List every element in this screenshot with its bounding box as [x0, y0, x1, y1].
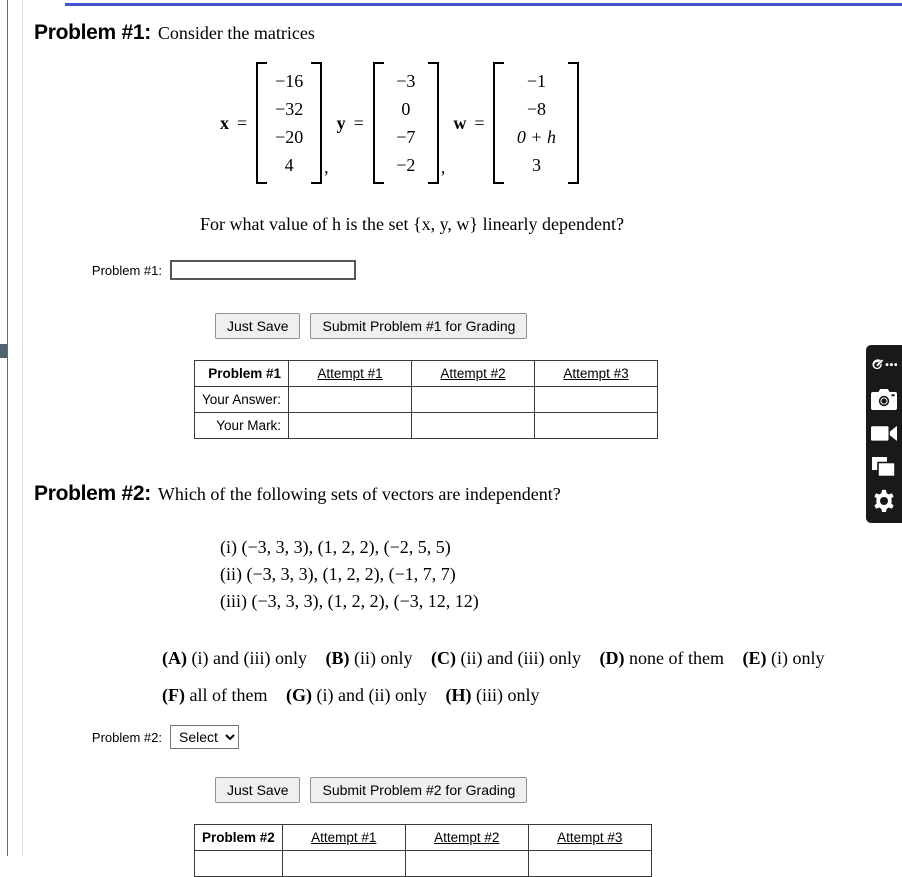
matrix-x: x = −16 −32 −20 4 ,	[220, 62, 337, 184]
choice-H: (H) (iii) only	[445, 685, 540, 705]
matrix-x-equals: =	[237, 112, 248, 133]
matrix-y-name: y	[336, 112, 346, 133]
table-row: Problem #1 Attempt #1 Attempt #2 Attempt…	[193, 360, 659, 387]
choice-E: (E) (i) only	[742, 648, 825, 668]
problem-1-answer-label: Problem #1:	[91, 262, 162, 278]
choice-A: (A) (i) and (iii) only	[162, 648, 307, 668]
problem-1-label: Problem #1:	[34, 21, 151, 44]
table-row: Problem #2 Attempt #1 Attempt #2 Attempt…	[194, 824, 652, 851]
problem-2-answer-attempt-2	[404, 850, 529, 877]
matrix-y-entry: −7	[396, 127, 416, 147]
problem-1-mark-attempt-1	[288, 412, 413, 439]
comet-menu-icon[interactable]	[867, 351, 901, 379]
problem-2-answer-label: Problem #2:	[91, 729, 162, 745]
matrix-w-equals: =	[474, 112, 485, 133]
vector-set-ii: (ii) (−3, 3, 3), (1, 2, 2), (−1, 7, 7)	[220, 564, 456, 584]
matrix-w: w = −1 −8 0 + h 3	[453, 62, 580, 184]
matrix-y-entry: −3	[396, 71, 416, 91]
problem-1-answer-attempt-1	[288, 386, 413, 413]
gear-icon[interactable]	[867, 487, 901, 515]
matrix-y-separator: ,	[440, 157, 446, 177]
matrix-y: y = −3 0 −7 −2 ,	[337, 62, 454, 184]
problem-2-table-corner: Problem #2	[194, 824, 283, 851]
matrix-w-entry: −8	[526, 99, 547, 119]
matrix-x-entry: −16	[275, 71, 304, 91]
problem-2-answer-select[interactable]: Select(A)(B)(C)(D)(E)(F)(G)(H)	[170, 725, 239, 749]
matrix-y-entry: 0	[401, 99, 411, 119]
matrix-x-entry: −32	[275, 99, 304, 119]
problem-2-vector-sets: (i) (−3, 3, 3), (1, 2, 2), (−2, 5, 5) (i…	[220, 534, 479, 615]
choice-G: (G) (i) and (ii) only	[285, 685, 427, 705]
problem-1-answer-attempt-3	[534, 386, 659, 413]
problem-1-attempt-2-header[interactable]: Attempt #2	[411, 360, 536, 387]
problem-1-answer-attempt-2	[411, 386, 536, 413]
matrix-w-entry: 3	[531, 155, 541, 175]
problem-1-attempt-1-header[interactable]: Attempt #1	[288, 360, 413, 387]
table-row: Your Mark:	[193, 412, 659, 439]
problem-2-answer-row: Problem #2: Select(A)(B)(C)(D)(E)(F)(G)(…	[74, 725, 239, 749]
assignment-content: Problem #1: Consider the matrices x = −16…	[24, 0, 902, 877]
problem-2-your-answer-label	[194, 850, 283, 877]
table-row	[194, 850, 652, 877]
matrix-x-name: x	[220, 112, 229, 133]
problem-2-submit-button[interactable]: Submit Problem #2 for Grading	[310, 777, 528, 803]
problem-2-just-save-button[interactable]: Just Save	[215, 777, 301, 803]
matrix-w-entry: −1	[526, 71, 547, 91]
camera-icon[interactable]	[867, 385, 901, 413]
table-row: Your Answer:	[193, 386, 659, 413]
problem-1-button-row: Just Save Submit Problem #1 for Grading	[215, 313, 528, 339]
scrollbar-thumb[interactable]	[0, 344, 7, 358]
matrix-y-entry: −2	[396, 155, 416, 175]
problem-1-mark-attempt-3	[534, 412, 659, 439]
video-camera-icon[interactable]	[867, 419, 901, 447]
problem-1-mark-attempt-2	[411, 412, 536, 439]
matrix-group: x = −16 −32 −20 4 , y = −3 0 −7 −2 , w =…	[220, 62, 580, 184]
matrix-w-name: w	[453, 112, 467, 133]
choice-C: (C) (ii) and (iii) only	[430, 648, 581, 668]
problem-1-attempts-table: Problem #1 Attempt #1 Attempt #2 Attempt…	[193, 360, 659, 439]
matrix-w-bracket: −1 −8 0 + h 3	[493, 62, 580, 184]
vector-set-i: (i) (−3, 3, 3), (1, 2, 2), (−2, 5, 5)	[220, 537, 451, 557]
matrix-x-entry: 4	[284, 155, 294, 175]
problem-2-button-row: Just Save Submit Problem #2 for Grading	[215, 777, 528, 803]
window-scrollbar-rail[interactable]	[0, 0, 8, 856]
problem-2-attempt-1-header[interactable]: Attempt #1	[281, 824, 406, 851]
problem-1-heading: Problem #1: Consider the matrices	[34, 21, 315, 45]
problem-2-attempts-table: Problem #2 Attempt #1 Attempt #2 Attempt…	[194, 824, 652, 877]
choice-F: (F) all of them	[162, 685, 268, 705]
matrix-x-entry: −20	[275, 127, 304, 147]
problem-2-answer-attempt-1	[281, 850, 406, 877]
problem-1-your-mark-label: Your Mark:	[193, 412, 290, 439]
choice-D: (D) none of them	[599, 648, 724, 668]
problem-1-submit-button[interactable]: Submit Problem #1 for Grading	[310, 313, 528, 339]
vector-set-iii: (iii) (−3, 3, 3), (1, 2, 2), (−3, 12, 12…	[220, 591, 479, 611]
page-gutter	[9, 0, 23, 856]
matrix-x-separator: ,	[324, 157, 329, 177]
problem-1-table-corner: Problem #1	[193, 360, 290, 387]
problem-2-label: Problem #2:	[34, 482, 151, 505]
problem-1-question: For what value of h is the set {x, y, w}…	[200, 214, 625, 234]
problem-1-answer-input[interactable]	[170, 260, 356, 280]
screen-recorder-toolbar[interactable]	[866, 345, 902, 523]
matrix-y-equals: =	[353, 112, 364, 133]
problem-2-attempt-2-header[interactable]: Attempt #2	[404, 824, 529, 851]
choice-B: (B) (ii) only	[325, 648, 413, 668]
problem-2-choices-row-2: (F) all of them (G) (i) and (ii) only (H…	[162, 685, 553, 706]
problem-2-heading: Problem #2: Which of the following sets o…	[34, 482, 561, 506]
problem-2-attempt-3-header[interactable]: Attempt #3	[527, 824, 652, 851]
problem-1-prompt: Consider the matrices	[157, 23, 315, 43]
window-icon[interactable]	[867, 453, 901, 481]
matrix-x-bracket: −16 −32 −20 4	[256, 62, 323, 184]
problem-2-choices-row-1: (A) (i) and (iii) only (B) (ii) only (C)…	[162, 648, 838, 669]
problem-1-your-answer-label: Your Answer:	[193, 386, 290, 413]
problem-1-attempt-3-header[interactable]: Attempt #3	[534, 360, 659, 387]
problem-2-prompt: Which of the following sets of vectors a…	[157, 484, 561, 504]
problem-2-answer-attempt-3	[527, 850, 652, 877]
problem-1-answer-row: Problem #1:	[74, 260, 356, 280]
problem-1-just-save-button[interactable]: Just Save	[215, 313, 301, 339]
matrix-y-bracket: −3 0 −7 −2	[372, 62, 439, 184]
matrix-w-entry: 0 + h	[516, 127, 557, 147]
